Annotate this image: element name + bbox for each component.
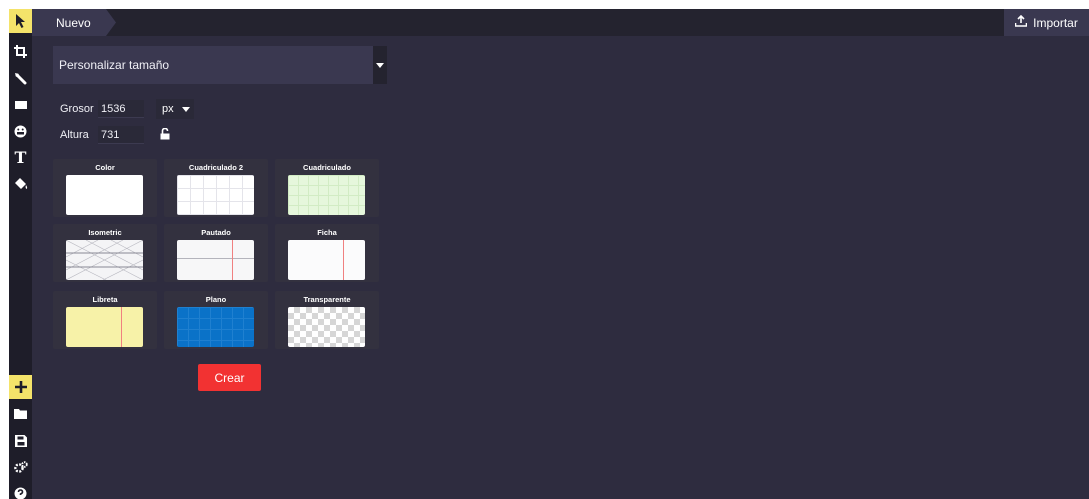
import-label: Importar <box>1033 15 1078 30</box>
crop-icon[interactable] <box>9 39 32 63</box>
pencil-icon[interactable] <box>9 67 32 91</box>
tab-label: Nuevo <box>56 15 91 30</box>
width-input[interactable]: 1536 <box>98 100 144 118</box>
height-label: Altura <box>60 129 89 141</box>
folder-icon[interactable] <box>9 401 32 425</box>
chevron-down-icon <box>373 46 387 84</box>
width-label: Grosor <box>60 103 94 115</box>
unit-select[interactable]: px <box>156 99 194 119</box>
height-input[interactable]: 731 <box>98 126 144 144</box>
bg-option-cuadriculado[interactable]: Cuadriculado <box>275 159 379 217</box>
bg-option-transparente[interactable]: Transparente <box>275 291 379 349</box>
paint-bucket-icon[interactable] <box>9 171 32 195</box>
bg-option-label: Plano <box>205 295 227 304</box>
text-icon[interactable]: T <box>9 145 32 169</box>
bg-option-pautado[interactable]: Pautado <box>164 224 268 282</box>
emoji-icon[interactable] <box>9 119 32 143</box>
upload-icon <box>1014 14 1028 30</box>
unlock-icon[interactable] <box>160 127 170 145</box>
select-icon[interactable] <box>9 9 32 33</box>
bg-option-label: Isometric <box>88 228 122 237</box>
rectangle-icon[interactable] <box>9 93 32 117</box>
bg-option-color[interactable]: Color <box>53 159 157 217</box>
size-preset-select[interactable]: Personalizar tamaño <box>53 46 387 84</box>
unit-value: px <box>162 103 174 115</box>
bg-option-label: Cuadriculado 2 <box>188 163 244 172</box>
bg-option-label: Libreta <box>92 295 118 304</box>
size-preset-value: Personalizar tamaño <box>59 58 170 72</box>
bg-option-label: Pautado <box>201 228 231 237</box>
bg-preview <box>66 307 143 347</box>
save-icon[interactable] <box>9 429 32 453</box>
left-toolbar: T <box>9 9 32 499</box>
import-button[interactable]: Importar <box>1004 9 1089 36</box>
new-canvas-panel: Personalizar tamaño Grosor 1536 px Altur… <box>32 36 394 499</box>
bg-preview <box>66 240 143 280</box>
create-button[interactable]: Crear <box>198 364 261 391</box>
bg-preview <box>66 175 143 215</box>
bg-option-plano[interactable]: Plano <box>164 291 268 349</box>
bg-option-isometric[interactable]: Isometric <box>53 224 157 282</box>
help-icon[interactable] <box>9 481 32 499</box>
chevron-down-icon <box>181 106 190 112</box>
bg-preview <box>288 240 365 280</box>
bg-option-label: Color <box>95 163 115 172</box>
bg-option-label: Cuadriculado <box>303 163 351 172</box>
height-row: Altura 731 <box>60 126 144 144</box>
bg-preview <box>288 307 365 347</box>
app-window: T Nuevo Importar Personalizar tamaño Gro… <box>9 9 1089 499</box>
top-bar: Nuevo Importar <box>32 9 1089 36</box>
width-row: Grosor 1536 <box>60 100 144 118</box>
bg-option-label: Ficha <box>317 228 337 237</box>
plus-icon[interactable] <box>9 375 32 399</box>
bg-preview <box>288 175 365 215</box>
tab-nuevo[interactable]: Nuevo <box>32 9 116 36</box>
settings-icon[interactable] <box>9 455 32 479</box>
bg-preview <box>177 240 254 280</box>
bg-option-label: Transparente <box>303 295 351 304</box>
bg-preview <box>177 175 254 215</box>
bg-option-libreta[interactable]: Libreta <box>53 291 157 349</box>
bg-preview <box>177 307 254 347</box>
bg-option-cuadriculado-2[interactable]: Cuadriculado 2 <box>164 159 268 217</box>
bg-option-ficha[interactable]: Ficha <box>275 224 379 282</box>
